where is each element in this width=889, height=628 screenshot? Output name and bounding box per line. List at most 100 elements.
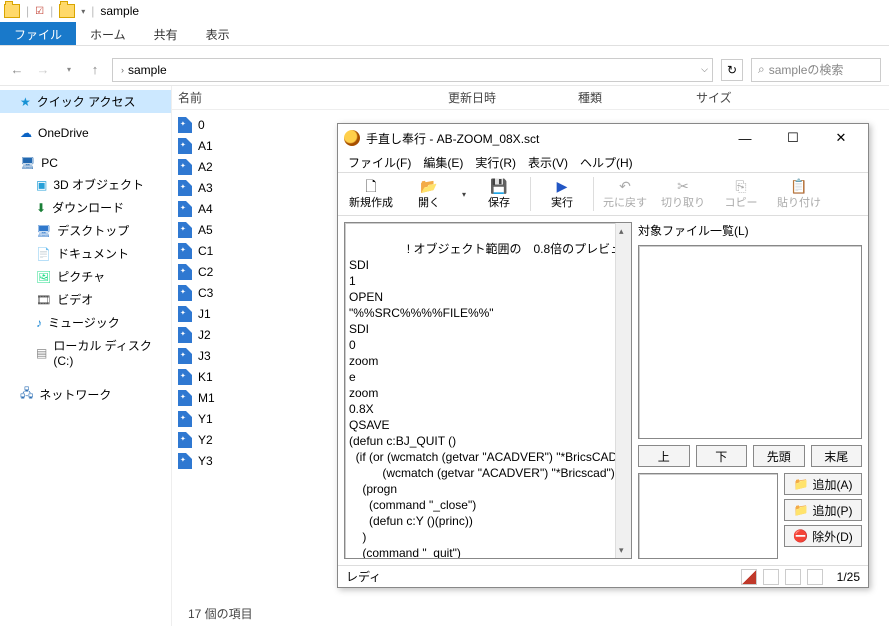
nav-quick-access[interactable]: ★クイック アクセス [0,90,171,113]
nav-item-label: ローカル ディスク (C:) [53,337,163,368]
nav-pane: ★クイック アクセス ☁OneDrive 🖥PC ▣3D オブジェクト ⬇ダウン… [0,86,172,626]
cube-icon: ▣ [36,178,47,192]
file-icon [178,411,192,427]
btn-last[interactable]: 末尾 [811,445,863,467]
open-dropdown-icon[interactable]: ▾ [458,190,470,199]
refresh-button[interactable]: ↻ [721,59,743,81]
status-icon-4[interactable] [807,569,823,585]
maximize-button[interactable]: ☐ [772,126,814,150]
editor-titlebar[interactable]: 手直し奉行 - AB-ZOOM_08X.sct — ☐ ✕ [338,124,868,152]
target-file-list[interactable] [638,245,862,439]
tool-save-label: 保存 [488,194,510,210]
nav-videos[interactable]: 🎞ビデオ [0,288,171,311]
explorer-titlebar: | ☑ | ▾ | sample [0,0,889,22]
back-button[interactable]: ← [8,61,26,79]
btn-first[interactable]: 先頭 [753,445,805,467]
close-button[interactable]: ✕ [820,126,862,150]
tab-home[interactable]: ホーム [76,22,140,45]
file-name: C1 [198,244,213,258]
nav-item-label: ピクチャ [57,268,105,285]
col-modified[interactable]: 更新日時 [448,89,578,106]
file-name: A2 [198,160,213,174]
menu-file[interactable]: ファイル(F) [348,154,411,171]
btn-add-a-label: 追加(A) [812,476,852,493]
btn-up[interactable]: 上 [638,445,690,467]
forward-button[interactable]: → [34,61,52,79]
music-icon: ♪ [36,316,42,330]
tool-paste[interactable]: 📋貼り付け [770,174,828,214]
status-icon-1[interactable] [741,569,757,585]
window-title: sample [100,4,139,18]
tool-cut[interactable]: ✂切り取り [654,174,712,214]
nav-downloads[interactable]: ⬇ダウンロード [0,196,171,219]
tool-run[interactable]: ▶実行 [533,174,591,214]
file-icon [178,348,192,364]
file-name: A5 [198,223,213,237]
up-button[interactable]: ↑ [86,61,104,79]
pc-icon: 🖥 [20,156,35,170]
nav-network[interactable]: 🖧ネットワーク [0,381,171,408]
tool-open[interactable]: 📂開く [400,174,458,214]
col-size[interactable]: サイズ [696,89,786,106]
search-icon: ⌕ [758,62,765,77]
menu-view[interactable]: 表示(V) [528,154,568,171]
nav-local-disk[interactable]: ▤ローカル ディスク (C:) [0,334,171,371]
file-icon [178,390,192,406]
btn-add-a[interactable]: 📁追加(A) [784,473,862,495]
status-icon-3[interactable] [785,569,801,585]
minimize-button[interactable]: — [724,126,766,150]
search-box[interactable]: ⌕ sampleの検索 [751,58,881,82]
tool-undo[interactable]: ↶元に戻す [596,174,654,214]
tool-paste-label: 貼り付け [777,194,821,210]
open-folder-icon: 📂 [420,179,437,193]
file-name: M1 [198,391,215,405]
file-name: K1 [198,370,213,384]
qat-checkbox-icon[interactable]: ☑ [35,6,44,17]
tool-copy[interactable]: ⎘コピー [712,174,770,214]
tool-new[interactable]: 🗋新規作成 [342,174,400,214]
col-type[interactable]: 種類 [578,89,696,106]
tab-share[interactable]: 共有 [140,22,192,45]
menu-run[interactable]: 実行(R) [475,154,516,171]
folder-plus-icon: 📁 [794,477,809,491]
network-icon: 🖧 [20,384,33,405]
cloud-icon: ☁ [20,126,32,140]
chevron-right-icon: › [121,65,124,75]
breadcrumb-dropdown-icon[interactable]: ⌵ [701,64,708,75]
nav-item-label: デスクトップ [57,222,129,239]
editor-title: 手直し奉行 - AB-ZOOM_08X.sct [366,130,718,147]
menu-edit[interactable]: 編集(E) [423,154,463,171]
file-list-label: 対象ファイル一覧(L) [638,222,862,239]
copy-icon: ⎘ [735,179,746,193]
file-name: Y2 [198,433,213,447]
nav-documents[interactable]: 📄 ドキュメント [0,242,171,265]
breadcrumb-box[interactable]: › sample ⌵ [112,58,713,82]
document-icon: 📄 [36,247,51,261]
menu-help[interactable]: ヘルプ(H) [580,154,633,171]
qat-dropdown-icon[interactable]: ▾ [81,7,85,16]
tab-view[interactable]: 表示 [192,22,244,45]
status-icon-2[interactable] [763,569,779,585]
tab-file[interactable]: ファイル [0,22,76,45]
star-icon: ★ [20,95,31,109]
pictures-icon: 🖼 [36,270,51,284]
nav-3d-objects[interactable]: ▣3D オブジェクト [0,173,171,196]
nav-desktop[interactable]: 🖥 デスクトップ [0,219,171,242]
btn-add-p[interactable]: 📁追加(P) [784,499,862,521]
btn-exclude[interactable]: ⛔除外(D) [784,525,862,547]
col-name[interactable]: 名前 [178,89,448,106]
vertical-scrollbar[interactable] [615,223,631,558]
script-editor[interactable]: ! オブジェクト範囲の 0.8倍のプレビューで上書き保存します SDI 1 OP… [344,222,632,559]
column-headers: 名前 更新日時 種類 サイズ [172,86,889,110]
desktop-icon: 🖥 [36,224,51,238]
file-name: C2 [198,265,213,279]
nav-pc[interactable]: 🖥PC [0,153,171,173]
recent-dropdown[interactable]: ▾ [60,61,78,79]
nav-item-label: ドキュメント [57,245,129,262]
file-icon [178,222,192,238]
nav-onedrive[interactable]: ☁OneDrive [0,123,171,143]
btn-down[interactable]: 下 [696,445,748,467]
tool-save[interactable]: 💾保存 [470,174,528,214]
nav-pictures[interactable]: 🖼 ピクチャ [0,265,171,288]
nav-music[interactable]: ♪ミュージック [0,311,171,334]
